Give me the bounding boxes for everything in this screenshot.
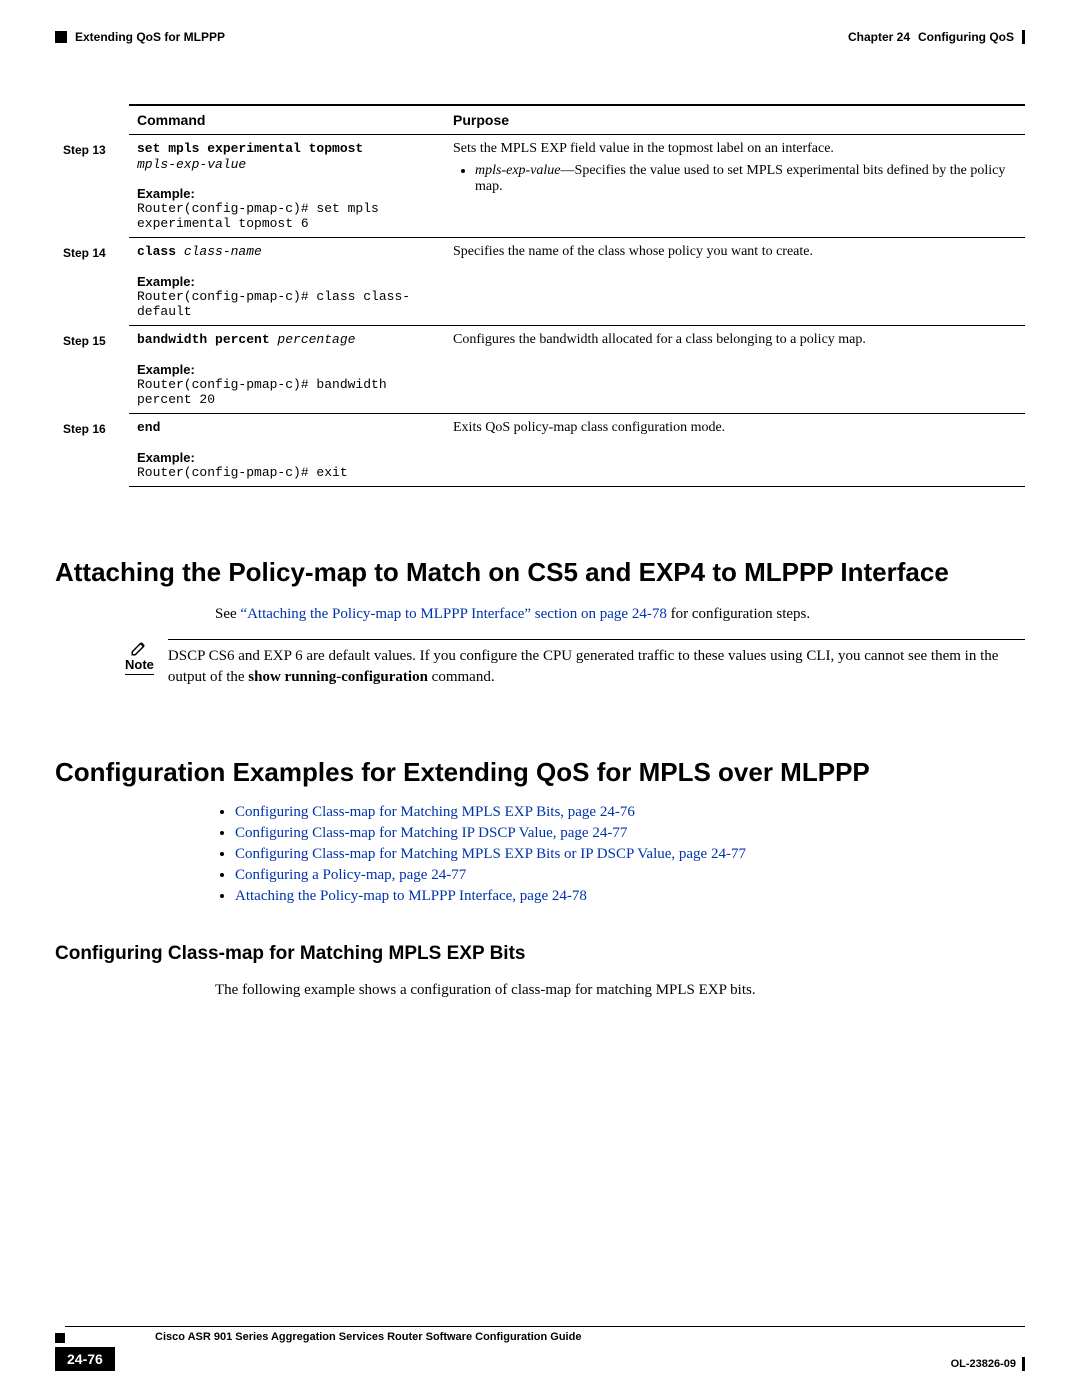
- note-bold-cmd: show running-configuration: [248, 669, 428, 685]
- see-link[interactable]: “Attaching the Policy-map to MLPPP Inter…: [240, 606, 666, 622]
- purpose-bullet: mpls-exp-value—Specifies the value used …: [475, 163, 1017, 195]
- example-text: Router(config-pmap-c)# class class-defau…: [137, 289, 437, 319]
- list-item: Configuring Class-map for Matching MPLS …: [235, 846, 1025, 863]
- step-label: Step 16: [55, 414, 129, 487]
- subsection-heading: Configuring Class-map for Matching MPLS …: [55, 943, 1025, 965]
- subsection-body: The following example shows a configurat…: [215, 980, 1025, 1000]
- purpose-text: Sets the MPLS EXP field value in the top…: [453, 141, 834, 156]
- step-label: Step 14: [55, 238, 129, 326]
- step-label: Step 15: [55, 326, 129, 414]
- xref-link[interactable]: Configuring Class-map for Matching IP DS…: [235, 825, 627, 841]
- purpose-text: Configures the bandwidth allocated for a…: [453, 332, 866, 347]
- table-row: Step 14 class class-name Example: Router…: [55, 238, 1025, 326]
- pencil-icon: [129, 639, 149, 657]
- bullet-ital: mpls-exp-value: [475, 163, 561, 178]
- see-suffix: for configuration steps.: [667, 606, 810, 622]
- th-command: Command: [129, 105, 445, 135]
- header-bar-icon: [1022, 30, 1025, 44]
- example-label: Example:: [137, 362, 437, 377]
- purpose-text: Specifies the name of the class whose po…: [453, 244, 813, 259]
- note-block: Note DSCP CS6 and EXP 6 are default valu…: [125, 639, 1025, 687]
- example-label: Example:: [137, 450, 437, 465]
- example-text: Router(config-pmap-c)# exit: [137, 465, 437, 480]
- doc-number: OL-23826-09: [951, 1357, 1025, 1371]
- example-text: Router(config-pmap-c)# bandwidth percent…: [137, 377, 437, 407]
- cmd-syntax-bold: end: [137, 420, 160, 435]
- see-line: See “Attaching the Policy-map to MLPPP I…: [215, 604, 1025, 624]
- xref-link[interactable]: Configuring Class-map for Matching MPLS …: [235, 846, 746, 862]
- table-row: Step 15 bandwidth percent percentage Exa…: [55, 326, 1025, 414]
- chapter-number: Chapter 24: [848, 30, 910, 44]
- section-heading-attach: Attaching the Policy-map to Match on CS5…: [55, 557, 1025, 588]
- example-text: Router(config-pmap-c)# set mpls experime…: [137, 201, 437, 231]
- footer-square-icon: [55, 1333, 65, 1343]
- chapter-title: Configuring QoS: [918, 30, 1014, 44]
- cmd-syntax-bold: bandwidth percent: [137, 332, 270, 347]
- cmd-syntax-ital: mpls-exp-value: [137, 157, 437, 172]
- table-row: Step 13 set mpls experimental topmost mp…: [55, 135, 1025, 238]
- footer-bar-icon: [1022, 1357, 1025, 1371]
- footer-guide-title: Cisco ASR 901 Series Aggregation Service…: [155, 1331, 581, 1343]
- note-label: Note: [125, 657, 154, 672]
- th-purpose: Purpose: [445, 105, 1025, 135]
- section-heading-examples: Configuration Examples for Extending QoS…: [55, 757, 1025, 788]
- list-item: Attaching the Policy-map to MLPPP Interf…: [235, 888, 1025, 905]
- note-text-2: command.: [428, 669, 495, 685]
- header-square-icon: [55, 31, 67, 43]
- list-item: Configuring a Policy-map, page 24-77: [235, 867, 1025, 884]
- xref-link[interactable]: Configuring Class-map for Matching MPLS …: [235, 804, 635, 820]
- example-label: Example:: [137, 186, 437, 201]
- header-section-title: Extending QoS for MLPPP: [75, 30, 225, 44]
- step-label: Step 13: [55, 135, 129, 238]
- cmd-syntax-ital: percentage: [270, 332, 356, 347]
- list-item: Configuring Class-map for Matching MPLS …: [235, 804, 1025, 821]
- purpose-text: Exits QoS policy-map class configuration…: [453, 420, 725, 435]
- link-bullet-list: Configuring Class-map for Matching MPLS …: [235, 804, 1025, 905]
- cmd-syntax-ital: class-name: [176, 244, 262, 259]
- list-item: Configuring Class-map for Matching IP DS…: [235, 825, 1025, 842]
- xref-link[interactable]: Configuring a Policy-map, page 24-77: [235, 867, 466, 883]
- note-text: DSCP CS6 and EXP 6 are default values. I…: [168, 639, 1025, 687]
- page-number: 24-76: [55, 1347, 115, 1371]
- page-header: Extending QoS for MLPPP Chapter 24 Confi…: [55, 30, 1025, 44]
- table-row: Step 16 end Example: Router(config-pmap-…: [55, 414, 1025, 487]
- page-footer: Cisco ASR 901 Series Aggregation Service…: [55, 1326, 1025, 1371]
- command-table: Command Purpose Step 13 set mpls experim…: [55, 104, 1025, 487]
- cmd-syntax-bold: set mpls experimental topmost: [137, 141, 363, 156]
- ol-text: OL-23826-09: [951, 1358, 1016, 1370]
- cmd-syntax-bold: class: [137, 244, 176, 259]
- see-prefix: See: [215, 606, 240, 622]
- xref-link[interactable]: Attaching the Policy-map to MLPPP Interf…: [235, 888, 587, 904]
- example-label: Example:: [137, 274, 437, 289]
